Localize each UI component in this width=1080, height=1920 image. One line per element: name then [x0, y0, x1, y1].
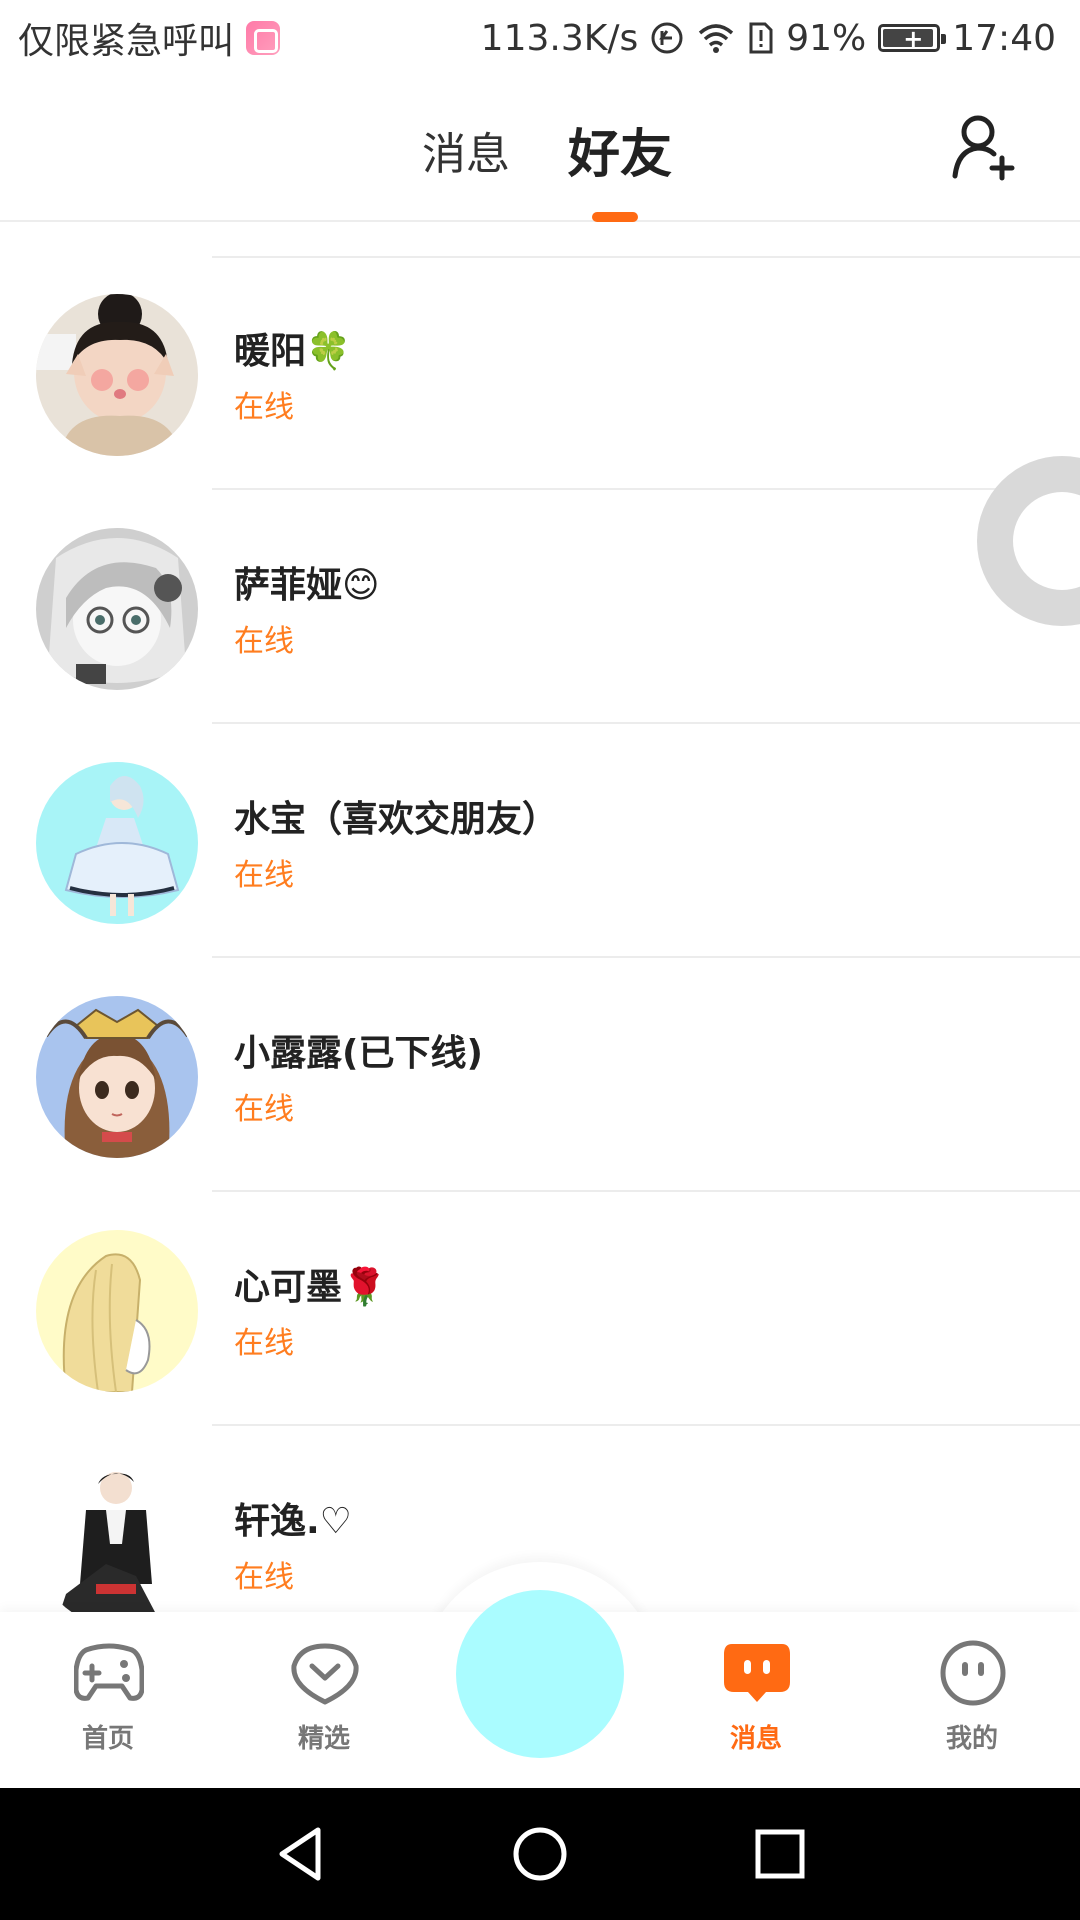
data-saver-icon: [650, 21, 684, 55]
message-icon: [724, 1644, 790, 1702]
gamepad-icon: [74, 1643, 144, 1701]
friend-status: 在线: [234, 390, 294, 425]
friend-status: 在线: [234, 1326, 294, 1361]
nav-label: 精选: [297, 1724, 350, 1754]
battery-percent: 91%: [786, 17, 867, 59]
charging-icon: +: [903, 25, 924, 53]
active-tab-indicator: [592, 212, 638, 222]
status-right: 113.3K/s 91% + 17:40: [481, 18, 1056, 59]
wifi-icon: [696, 21, 736, 55]
back-button[interactable]: [264, 1818, 336, 1890]
friend-row[interactable]: 水宝（喜欢交朋友） 在线: [0, 724, 1080, 958]
nav-item-messages[interactable]: 消息: [686, 1612, 826, 1788]
nav-label: 消息: [729, 1724, 782, 1754]
nav-label: 首页: [81, 1724, 134, 1754]
nav-item-featured[interactable]: 精选: [254, 1612, 394, 1788]
friend-row[interactable]: 萨菲娅😊 在线: [0, 490, 1080, 724]
status-left: 仅限紧急呼叫: [18, 12, 281, 64]
tab-friends[interactable]: 好友: [568, 112, 672, 187]
friend-name: 心可墨🌹: [234, 1267, 387, 1308]
friend-name: 小露露(已下线): [234, 1033, 483, 1074]
friend-name: 轩逸.♡: [234, 1501, 352, 1542]
recents-icon: [755, 1829, 805, 1879]
sim-alert-icon: [748, 21, 774, 55]
home-button[interactable]: [504, 1818, 576, 1890]
friend-status: 在线: [234, 1560, 294, 1595]
friend-status: 在线: [234, 1092, 294, 1127]
avatar[interactable]: [36, 294, 198, 456]
friend-row[interactable]: 小露露(已下线) 在线: [0, 958, 1080, 1192]
nav-item-mine[interactable]: 我的: [902, 1612, 1042, 1788]
carrier-text: 仅限紧急呼叫: [18, 21, 235, 62]
home-icon: [513, 1827, 567, 1881]
friend-name: 暖阳🍀: [234, 331, 351, 372]
avatar[interactable]: [36, 762, 198, 924]
friend-row[interactable]: 暖阳🍀 在线: [0, 256, 1080, 490]
add-user-icon: [952, 115, 1015, 181]
battery-icon: +: [878, 24, 947, 53]
status-bar: 仅限紧急呼叫 113.3K/s 91% + 17:40: [0, 0, 1080, 76]
heart-chat-icon: [291, 1643, 359, 1705]
friend-row[interactable]: 心可墨🌹 在线: [0, 1192, 1080, 1426]
avatar[interactable]: [36, 1464, 198, 1626]
recents-button[interactable]: [744, 1818, 816, 1890]
app-notification-icon: [246, 21, 281, 55]
profile-face-icon: [940, 1640, 1006, 1706]
friend-status: 在线: [234, 858, 294, 893]
add-friend-button[interactable]: [950, 112, 1020, 182]
friend-status: 在线: [234, 624, 294, 659]
avatar[interactable]: [36, 996, 198, 1158]
system-nav-bar: [0, 1788, 1080, 1920]
back-icon: [279, 1827, 321, 1881]
avatar[interactable]: [36, 1230, 198, 1392]
avatar[interactable]: [36, 528, 198, 690]
friends-list: 暖阳🍀 在线 萨菲娅😊 在线 水宝（喜欢交朋友） 在线 小露露(已下线) 在线 …: [0, 256, 1080, 1660]
nav-item-home[interactable]: 首页: [38, 1612, 178, 1788]
center-action-button[interactable]: [456, 1590, 624, 1758]
network-speed: 113.3K/s: [480, 17, 639, 59]
nav-label: 我的: [945, 1724, 998, 1754]
screen: 仅限紧急呼叫 113.3K/s 91% + 17:40 消息 好友 暖阳🍀 在线…: [0, 0, 1080, 1920]
friend-name: 萨菲娅😊: [234, 565, 380, 606]
clock: 17:40: [952, 17, 1056, 59]
header: 消息 好友: [0, 76, 1080, 222]
friend-name: 水宝（喜欢交朋友）: [234, 799, 559, 840]
tab-messages[interactable]: 消息: [422, 118, 510, 182]
